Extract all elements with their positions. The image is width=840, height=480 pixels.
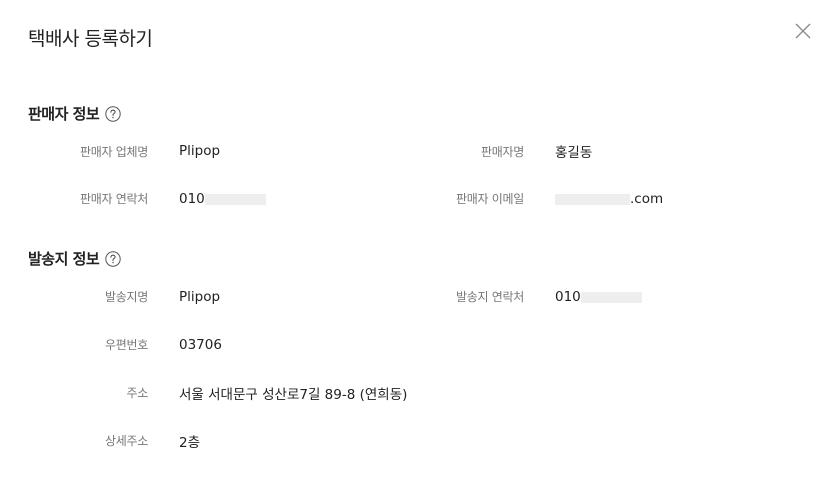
shipping-place-value: Plipop — [179, 289, 221, 305]
question-circle-icon[interactable] — [105, 250, 121, 267]
masked-email-block — [555, 193, 630, 205]
address-value: 서울 서대문구 성산로7길 89-8 (연희동) — [179, 387, 408, 403]
courier-register-modal: 택배사 등록하기 판매자 정보 판매자 업체명 Plipop 판매자명 홍길동 … — [0, 0, 840, 480]
shipping-place-label: 발송지명 — [105, 289, 148, 304]
seller-company-value: Plipop — [179, 143, 221, 159]
shipping-phone-value: 010 — [555, 287, 642, 307]
question-circle-icon[interactable] — [105, 105, 121, 122]
detail-address-value: 2층 — [179, 435, 201, 451]
shipping-phone-label: 발송지 연락처 — [456, 289, 524, 304]
seller-section-title: 판매자 정보 — [28, 103, 121, 124]
detail-address-label: 상세주소 — [105, 433, 148, 448]
seller-email-value: .com — [555, 189, 663, 209]
zip-label: 우편번호 — [105, 337, 148, 352]
shipping-section-label: 발송지 정보 — [28, 250, 100, 268]
seller-phone-prefix: 010 — [179, 191, 205, 207]
seller-section-label: 판매자 정보 — [28, 105, 100, 123]
masked-phone-block — [204, 193, 266, 205]
seller-email-label: 판매자 이메일 — [456, 191, 524, 206]
address-label: 주소 — [126, 385, 149, 400]
seller-company-label: 판매자 업체명 — [80, 144, 148, 159]
seller-name-value: 홍길동 — [555, 145, 593, 161]
seller-name-label: 판매자명 — [481, 144, 524, 159]
seller-phone-value: 010 — [179, 189, 266, 209]
masked-phone-block — [580, 291, 642, 303]
close-icon — [795, 23, 811, 39]
zip-value: 03706 — [179, 337, 222, 353]
shipping-phone-prefix: 010 — [555, 289, 581, 305]
modal-title: 택배사 등록하기 — [28, 28, 153, 50]
seller-phone-label: 판매자 연락처 — [80, 191, 148, 206]
close-button[interactable] — [794, 22, 812, 40]
seller-email-suffix: .com — [630, 191, 664, 207]
shipping-section-title: 발송지 정보 — [28, 248, 121, 269]
